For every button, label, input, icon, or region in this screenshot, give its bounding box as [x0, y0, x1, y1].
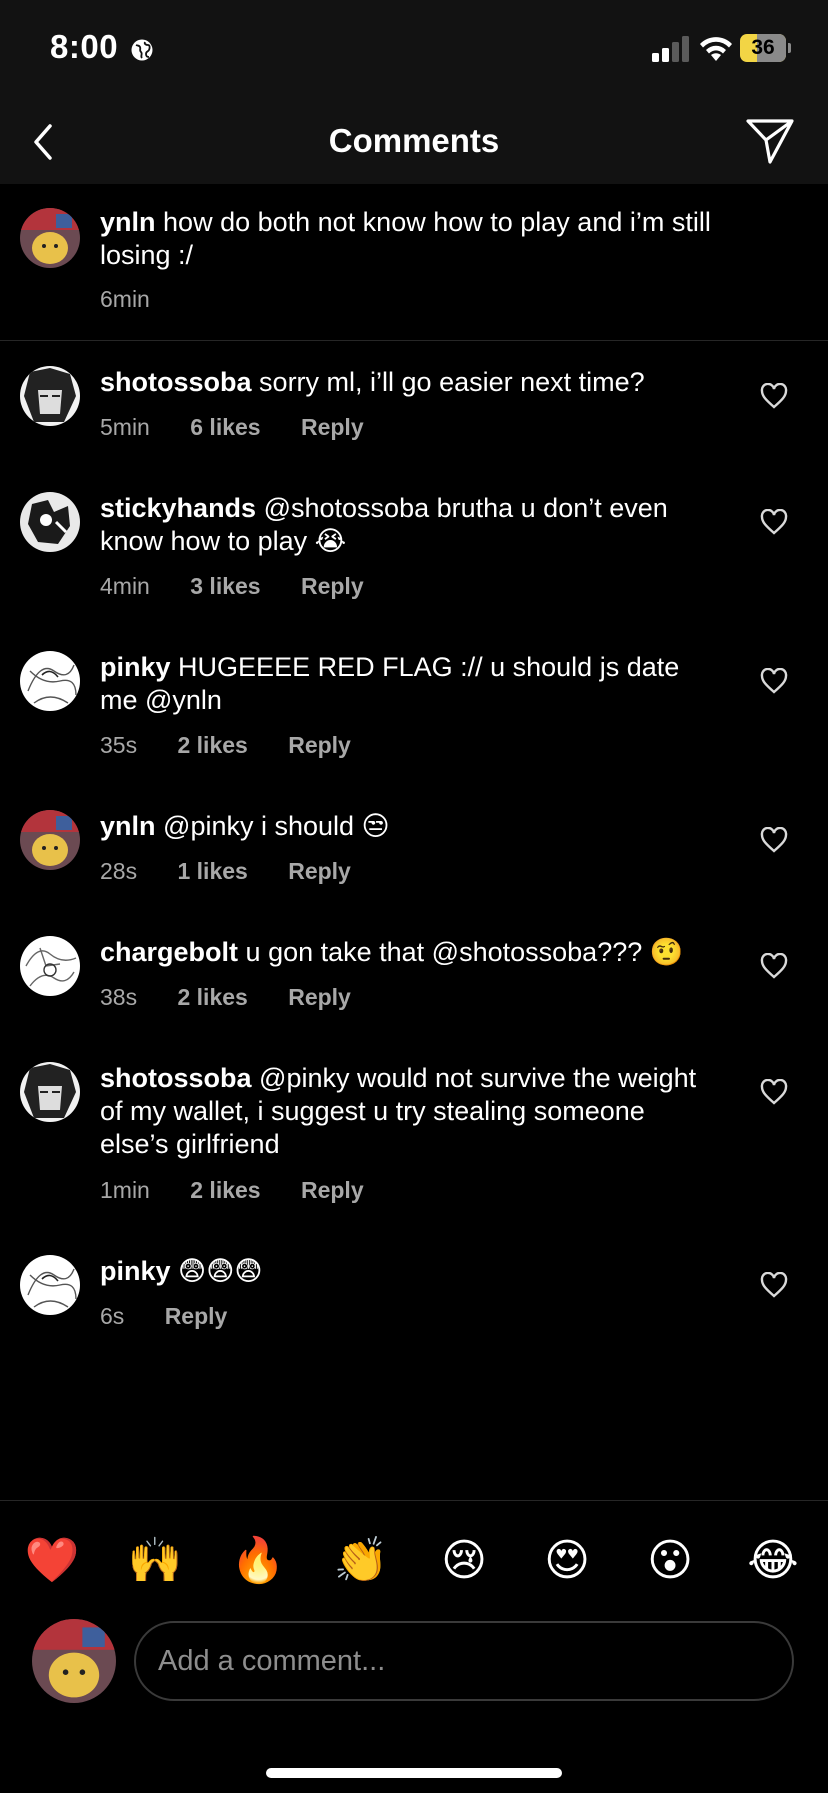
comment-body: sorry ml, i’ll go easier next time?	[259, 367, 645, 397]
reaction-laughing[interactable]: 😂	[743, 1531, 803, 1591]
comment-text: pinky 😨😨😨	[100, 1255, 720, 1288]
reply-button[interactable]: Reply	[288, 858, 351, 885]
comment-input[interactable]	[134, 1621, 794, 1701]
wifi-icon	[700, 37, 732, 61]
comment-text: chargebolt u gon take that @shotossoba??…	[100, 936, 720, 969]
comment-text: shotossoba sorry ml, i’ll go easier next…	[100, 366, 720, 399]
username[interactable]: pinky	[100, 1256, 171, 1286]
comment-body: 😨😨😨	[178, 1256, 263, 1286]
username[interactable]: shotossoba	[100, 367, 252, 397]
avatar[interactable]	[20, 936, 80, 996]
status-bar: 8:00 36	[0, 0, 828, 100]
reaction-heart-eyes[interactable]: 😍	[537, 1531, 597, 1591]
status-time: 8:00	[50, 28, 119, 65]
likes-count[interactable]: 6 likes	[190, 414, 260, 441]
caption-text: ynln how do both not know how to play an…	[100, 206, 720, 272]
comment-meta: 35s 2 likes Reply	[100, 732, 351, 759]
timestamp: 5min	[100, 414, 150, 440]
timestamp: 1min	[100, 1177, 150, 1203]
reaction-surprised[interactable]: 😮	[640, 1531, 700, 1591]
timestamp: 6s	[100, 1303, 125, 1329]
timestamp: 6min	[100, 286, 150, 312]
reply-button[interactable]: Reply	[288, 732, 351, 759]
comment-body: @pinky i should 😒	[163, 811, 390, 841]
avatar[interactable]	[20, 492, 80, 552]
comment-meta: 28s 1 likes Reply	[100, 858, 351, 885]
comment-body: how do both not know how to play and i’m…	[100, 207, 711, 270]
username[interactable]: ynln	[100, 207, 156, 237]
likes-count[interactable]: 2 likes	[190, 1177, 260, 1204]
cellular-signal-icon	[652, 36, 689, 62]
comment-text: stickyhands @shotossoba brutha u don’t e…	[100, 492, 720, 558]
avatar[interactable]	[20, 366, 80, 426]
reaction-clap[interactable]: 👏	[331, 1531, 391, 1591]
post-caption: ynln how do both not know how to play an…	[0, 184, 828, 341]
reply-button[interactable]: Reply	[301, 1177, 364, 1204]
username[interactable]: ynln	[100, 811, 156, 841]
battery-icon: 36	[740, 34, 791, 62]
comment-text: shotossoba @pinky would not survive the …	[100, 1062, 720, 1161]
comment-body: HUGEEEE RED FLAG :// u should js date me…	[100, 652, 680, 715]
timestamp: 28s	[100, 858, 138, 884]
timestamp: 38s	[100, 984, 138, 1010]
comment-meta: 4min 3 likes Reply	[100, 573, 364, 600]
heart-icon[interactable]	[760, 509, 788, 535]
comment-meta: 1min 2 likes Reply	[100, 1177, 364, 1204]
reply-button[interactable]: Reply	[301, 573, 364, 600]
heart-icon[interactable]	[760, 1272, 788, 1298]
likes-count[interactable]: 2 likes	[177, 732, 247, 759]
battery-level: 36	[751, 36, 775, 59]
timestamp: 4min	[100, 573, 150, 599]
avatar[interactable]	[20, 1255, 80, 1315]
caption-meta: 6min	[100, 286, 150, 313]
username[interactable]: chargebolt	[100, 937, 238, 967]
comment-meta: 5min 6 likes Reply	[100, 414, 364, 441]
timestamp: 35s	[100, 732, 138, 758]
avatar[interactable]	[20, 651, 80, 711]
comment-text: pinky HUGEEEE RED FLAG :// u should js d…	[100, 651, 720, 717]
heart-icon[interactable]	[760, 668, 788, 694]
paper-plane-icon[interactable]	[744, 116, 796, 166]
reaction-crying[interactable]: 😢	[434, 1531, 494, 1591]
likes-count[interactable]: 1 likes	[177, 858, 247, 885]
username[interactable]: shotossoba	[100, 1063, 252, 1093]
username[interactable]: pinky	[100, 652, 171, 682]
reaction-fire[interactable]: 🔥	[228, 1531, 288, 1591]
heart-icon[interactable]	[760, 953, 788, 979]
avatar[interactable]	[20, 810, 80, 870]
username[interactable]: stickyhands	[100, 493, 256, 523]
home-indicator	[266, 1768, 562, 1778]
reply-button[interactable]: Reply	[301, 414, 364, 441]
heart-icon[interactable]	[760, 383, 788, 409]
likes-count[interactable]: 3 likes	[190, 573, 260, 600]
comment-meta: 38s 2 likes Reply	[100, 984, 351, 1011]
reaction-raised-hands[interactable]: 🙌	[125, 1531, 185, 1591]
reaction-heart[interactable]: ❤️	[22, 1531, 82, 1591]
avatar[interactable]	[32, 1619, 116, 1703]
reply-button[interactable]: Reply	[165, 1303, 228, 1330]
header: Comments	[0, 100, 828, 185]
avatar[interactable]	[20, 1062, 80, 1122]
avatar[interactable]	[20, 208, 80, 268]
globe-icon	[131, 39, 153, 61]
page-title: Comments	[328, 122, 500, 159]
likes-count[interactable]: 2 likes	[177, 984, 247, 1011]
comment-body: u gon take that @shotossoba??? 🤨	[245, 937, 684, 967]
comment-meta: 6s Reply	[100, 1303, 227, 1330]
heart-icon[interactable]	[760, 827, 788, 853]
heart-icon[interactable]	[760, 1079, 788, 1105]
comment-composer-area: ❤️ 🙌 🔥 👏 😢 😍 😮 😂	[0, 1500, 828, 1793]
comment-text: ynln @pinky i should 😒	[100, 810, 720, 843]
reply-button[interactable]: Reply	[288, 984, 351, 1011]
